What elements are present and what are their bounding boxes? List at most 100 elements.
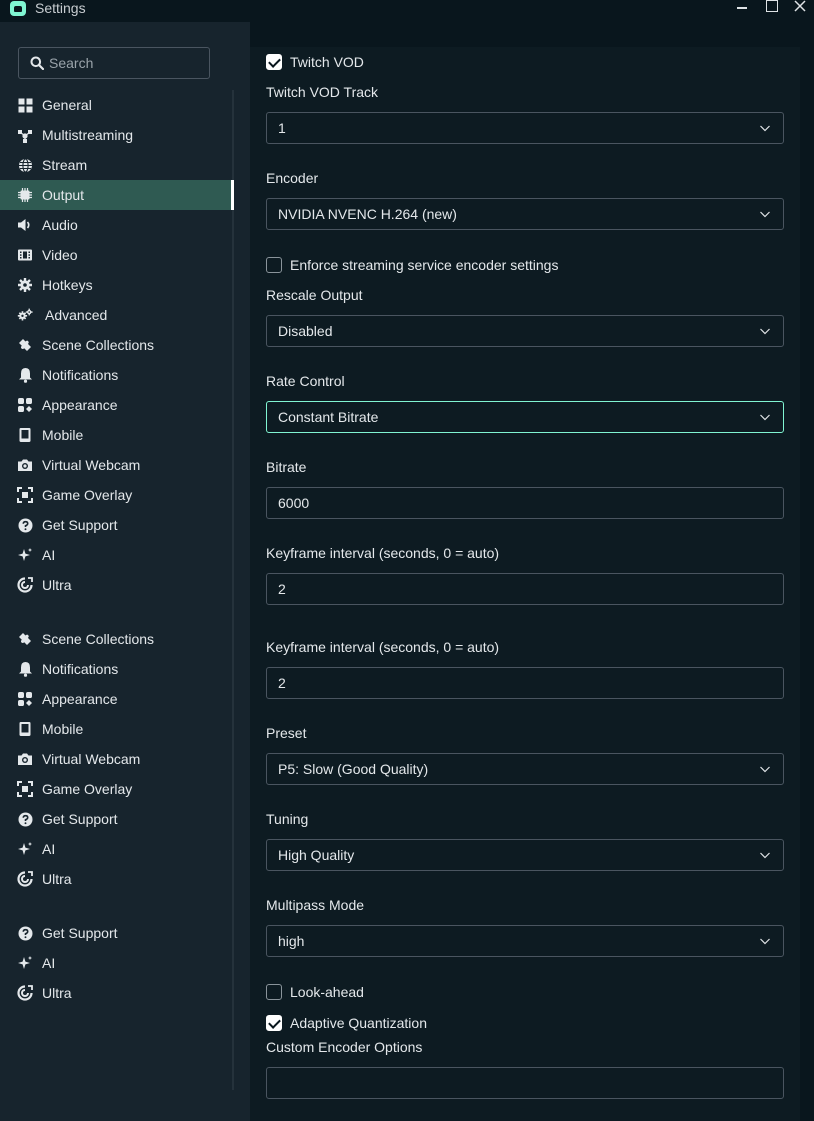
tuning-select[interactable]: High Quality <box>266 839 784 871</box>
sidebar-item-video[interactable]: Video <box>0 240 232 270</box>
chevron-down-icon <box>760 938 770 945</box>
sidebar-item-scene-collections[interactable]: Scene Collections <box>0 330 232 360</box>
sidebar-item-label: Appearance <box>42 691 118 707</box>
grid-icon <box>17 97 33 113</box>
adaptive-quantization-checkbox[interactable] <box>266 1015 282 1031</box>
sidebar-item-notifications[interactable]: Notifications <box>0 654 232 684</box>
sparkle-icon <box>17 841 33 857</box>
custom-encoder-options-input[interactable] <box>266 1067 784 1099</box>
sidebar-item-label: Hotkeys <box>42 277 93 293</box>
sidebar-item-appearance[interactable]: Appearance <box>0 390 232 420</box>
sidebar-item-label: Notifications <box>42 661 119 677</box>
sidebar-item-label: Video <box>42 247 78 263</box>
sidebar-item-label: Ultra <box>42 985 72 1001</box>
sidebar-item-label: AI <box>42 547 56 563</box>
help-icon <box>17 925 33 941</box>
sidebar-item-mobile[interactable]: Mobile <box>0 714 232 744</box>
rescale-output-value: Disabled <box>278 323 333 339</box>
rate-control-select[interactable]: Constant Bitrate <box>266 401 784 433</box>
mobile-icon <box>17 427 33 443</box>
sidebar-item-get-support[interactable]: Get Support <box>0 918 232 948</box>
lookahead-label: Look-ahead <box>290 984 364 1000</box>
search-input[interactable] <box>49 54 199 72</box>
sidebar-item-label: Get Support <box>42 517 118 533</box>
sidebar: General Multistreaming Stream Output Audio Vi… <box>0 22 250 1121</box>
maximize-button[interactable] <box>760 0 782 16</box>
overlay-icon <box>17 487 33 503</box>
minimize-button[interactable] <box>731 0 753 16</box>
sidebar-scrollbar[interactable] <box>232 90 234 1090</box>
sidebar-item-hotkeys[interactable]: Hotkeys <box>0 270 232 300</box>
bitrate-label: Bitrate <box>266 459 307 475</box>
sidebar-item-label: Ultra <box>42 871 72 887</box>
preset-value: P5: Slow (Good Quality) <box>278 761 429 777</box>
lookahead-checkbox-row[interactable]: Look-ahead <box>266 983 364 1001</box>
search-box[interactable] <box>18 47 210 79</box>
sidebar-item-label: Mobile <box>42 427 84 443</box>
title-bar: Settings <box>0 0 814 22</box>
bell-icon <box>17 661 33 677</box>
sidebar-item-ai[interactable]: AI <box>0 540 232 570</box>
sidebar-item-appearance[interactable]: Appearance <box>0 684 232 714</box>
gears-icon <box>17 307 33 323</box>
sidebar-item-ultra[interactable]: Ultra <box>0 570 232 600</box>
sidebar-item-label: Multistreaming <box>42 127 134 143</box>
twitch-vod-checkbox-row[interactable]: Twitch VOD <box>266 53 364 71</box>
multipass-mode-select[interactable]: high <box>266 925 784 957</box>
sidebar-item-label: Scene Collections <box>42 631 155 647</box>
encoder-select[interactable]: NVIDIA NVENC H.264 (new) <box>266 198 784 230</box>
adaptive-quantization-checkbox-row[interactable]: Adaptive Quantization <box>266 1014 427 1032</box>
bitrate-input[interactable]: 6000 <box>266 487 784 519</box>
search-icon <box>30 56 44 70</box>
sidebar-item-virtual-webcam[interactable]: Virtual Webcam <box>0 744 232 774</box>
globe-icon <box>17 157 33 173</box>
chevron-down-icon <box>760 852 770 859</box>
sidebar-item-ultra[interactable]: Ultra <box>0 864 232 894</box>
keyframe-interval-input[interactable]: 2 <box>266 573 784 605</box>
twitch-vod-checkbox[interactable] <box>266 54 282 70</box>
close-button[interactable] <box>789 0 811 16</box>
rate-control-label: Rate Control <box>266 373 345 389</box>
sidebar-item-ai[interactable]: AI <box>0 834 232 864</box>
sidebar-item-scene-collections[interactable]: Scene Collections <box>0 624 232 654</box>
sidebar-item-audio[interactable]: Audio <box>0 210 232 240</box>
chevron-down-icon <box>760 766 770 773</box>
rescale-output-select[interactable]: Disabled <box>266 315 784 347</box>
rate-control-value: Constant Bitrate <box>278 409 379 425</box>
chevron-down-icon <box>760 328 770 335</box>
sidebar-item-ultra[interactable]: Ultra <box>0 978 232 1008</box>
enforce-checkbox-row[interactable]: Enforce streaming service encoder settin… <box>266 256 558 274</box>
window-title: Settings <box>35 0 86 16</box>
sidebar-item-get-support[interactable]: Get Support <box>0 804 232 834</box>
multistream-icon <box>17 127 33 143</box>
sidebar-item-advanced[interactable]: Advanced <box>0 300 232 330</box>
keyframe-interval-value-2: 2 <box>278 675 286 691</box>
keyframe-interval-input-2[interactable]: 2 <box>266 667 784 699</box>
preset-select[interactable]: P5: Slow (Good Quality) <box>266 753 784 785</box>
sidebar-item-label: Scene Collections <box>42 337 155 353</box>
bitrate-value: 6000 <box>278 495 310 511</box>
sidebar-item-get-support[interactable]: Get Support <box>0 510 232 540</box>
multipass-mode-value: high <box>278 933 305 949</box>
sidebar-item-ai[interactable]: AI <box>0 948 232 978</box>
chip-icon <box>17 187 33 203</box>
sidebar-item-output[interactable]: Output <box>0 180 234 210</box>
sidebar-item-label: Appearance <box>42 397 118 413</box>
lookahead-checkbox[interactable] <box>266 984 282 1000</box>
chevron-down-icon <box>760 211 770 218</box>
sidebar-item-virtual-webcam[interactable]: Virtual Webcam <box>0 450 232 480</box>
enforce-encoder-settings-checkbox[interactable] <box>266 257 282 273</box>
film-icon <box>17 247 33 263</box>
sidebar-item-game-overlay[interactable]: Game Overlay <box>0 480 232 510</box>
sidebar-item-multistreaming[interactable]: Multistreaming <box>0 120 232 150</box>
sidebar-item-game-overlay[interactable]: Game Overlay <box>0 774 232 804</box>
sidebar-item-notifications[interactable]: Notifications <box>0 360 232 390</box>
mobile-icon <box>17 721 33 737</box>
palette-icon <box>17 691 33 707</box>
sidebar-item-general[interactable]: General <box>0 90 232 120</box>
sidebar-item-mobile[interactable]: Mobile <box>0 420 232 450</box>
sidebar-item-stream[interactable]: Stream <box>0 150 232 180</box>
twitch-vod-track-select[interactable]: 1 <box>266 112 784 144</box>
encoder-value: NVIDIA NVENC H.264 (new) <box>278 206 457 222</box>
multipass-mode-label: Multipass Mode <box>266 897 365 913</box>
